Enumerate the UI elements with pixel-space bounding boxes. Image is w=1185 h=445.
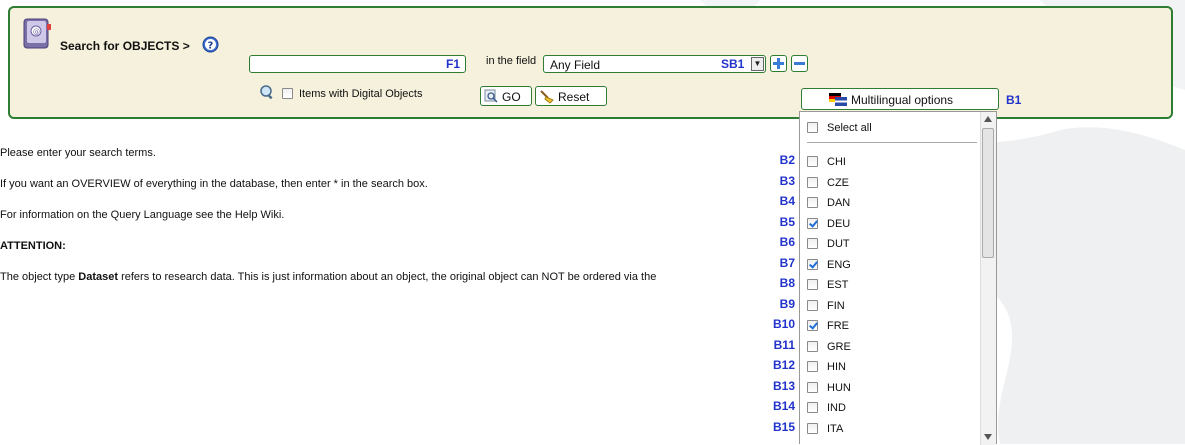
broom-icon bbox=[540, 90, 554, 104]
info-line-4-prefix: The object type bbox=[0, 271, 79, 283]
language-code: FIN bbox=[827, 299, 845, 312]
go-label: GO bbox=[502, 90, 521, 104]
digital-objects-label: Items with Digital Objects bbox=[299, 88, 423, 100]
info-line-3: For information on the Query Language se… bbox=[0, 209, 285, 221]
search-input-annotation: F1 bbox=[446, 57, 461, 71]
language-annotation: B2 bbox=[779, 153, 795, 167]
language-checkbox[interactable] bbox=[807, 299, 818, 311]
select-all-label: Select all bbox=[827, 122, 872, 134]
language-code: ITA bbox=[827, 422, 844, 435]
language-checkbox[interactable] bbox=[807, 402, 818, 413]
language-annotation: B9 bbox=[779, 296, 795, 311]
language-annotation: B7 bbox=[779, 255, 795, 270]
field-select-annotation: SB1 bbox=[721, 57, 745, 71]
language-code: DAN bbox=[827, 197, 851, 209]
language-code: ENG bbox=[827, 258, 851, 271]
language-annotation: B15 bbox=[772, 419, 795, 434]
language-checkbox[interactable] bbox=[807, 258, 818, 270]
multilingual-annotation: B1 bbox=[1006, 93, 1022, 107]
language-checkbox[interactable] bbox=[807, 361, 818, 372]
magnifier-icon bbox=[484, 89, 498, 103]
language-dropdown[interactable]: Select all CHI CZE DAN DEU DUT ENG EST FIN FRE GR… bbox=[799, 111, 997, 445]
language-code: DUT bbox=[827, 238, 850, 250]
language-annotation: B12 bbox=[772, 358, 795, 372]
language-annotation: B13 bbox=[772, 378, 795, 393]
language-code: DEU bbox=[827, 217, 851, 230]
search-input[interactable] bbox=[249, 55, 466, 73]
field-select-value: Any Field bbox=[550, 58, 601, 72]
scroll-up-icon[interactable] bbox=[984, 116, 992, 122]
remove-field-button[interactable] bbox=[791, 55, 808, 72]
attention-heading: ATTENTION: bbox=[0, 240, 66, 252]
reset-label: Reset bbox=[558, 90, 590, 104]
info-line-4: The object type Dataset refers to resear… bbox=[0, 271, 656, 283]
info-line-4-suffix: refers to research data. This is just in… bbox=[118, 271, 657, 283]
language-annotation: B6 bbox=[779, 235, 795, 249]
language-code: HUN bbox=[827, 381, 851, 394]
flags-icon bbox=[829, 93, 847, 106]
language-annotation: B11 bbox=[773, 337, 795, 352]
in-field-label: in the field bbox=[486, 55, 537, 67]
field-select[interactable]: Any Field SB1 ▼ bbox=[543, 55, 766, 73]
divider bbox=[807, 142, 977, 143]
language-code: HIN bbox=[827, 361, 846, 373]
language-checkbox[interactable] bbox=[807, 197, 818, 208]
page-title: Search for OBJECTS > bbox=[60, 39, 190, 53]
dropdown-scrollbar[interactable] bbox=[980, 112, 996, 445]
language-checkbox[interactable] bbox=[807, 156, 818, 167]
multilingual-options-label: Multilingual options bbox=[851, 93, 954, 107]
language-code: EST bbox=[827, 279, 849, 291]
reset-button[interactable]: Reset bbox=[535, 86, 607, 106]
scrollbar-thumb[interactable] bbox=[982, 128, 994, 258]
help-icon[interactable]: ? bbox=[202, 36, 219, 53]
language-checkbox[interactable] bbox=[807, 238, 818, 249]
info-line-2: If you want an OVERVIEW of everything in… bbox=[0, 178, 428, 190]
language-code: GRE bbox=[827, 340, 851, 353]
language-code: IND bbox=[827, 402, 846, 414]
search-magnifier-icon bbox=[260, 85, 273, 100]
language-annotation: B4 bbox=[779, 194, 795, 208]
language-annotation: B5 bbox=[779, 214, 795, 229]
language-annotation: B8 bbox=[779, 276, 795, 290]
info-line-1: Please enter your search terms. bbox=[0, 147, 156, 159]
language-code: FRE bbox=[827, 320, 849, 332]
language-annotation: B3 bbox=[779, 173, 795, 188]
language-annotation: B10 bbox=[772, 317, 795, 331]
svg-text:?: ? bbox=[208, 41, 214, 52]
language-checkbox[interactable] bbox=[807, 422, 818, 434]
language-checkbox[interactable] bbox=[807, 320, 818, 331]
minus-icon bbox=[794, 62, 805, 65]
plus-icon bbox=[773, 58, 784, 69]
multilingual-options-button[interactable]: Multilingual options bbox=[801, 88, 999, 110]
language-checkbox[interactable] bbox=[807, 217, 818, 229]
language-annotation: B14 bbox=[772, 399, 795, 413]
digital-objects-checkbox[interactable] bbox=[282, 88, 293, 99]
language-code: CHI bbox=[827, 156, 846, 168]
go-button[interactable]: GO bbox=[480, 86, 532, 106]
chevron-down-icon[interactable]: ▼ bbox=[751, 57, 764, 71]
scroll-down-icon[interactable] bbox=[984, 434, 992, 440]
language-checkbox[interactable] bbox=[807, 176, 818, 188]
language-code: CZE bbox=[827, 176, 849, 189]
select-all-checkbox[interactable] bbox=[807, 122, 818, 133]
language-checkbox[interactable] bbox=[807, 340, 818, 352]
add-field-button[interactable] bbox=[770, 55, 787, 72]
address-book-icon: @ bbox=[23, 18, 51, 49]
svg-text:@: @ bbox=[33, 28, 40, 36]
info-line-4-bold: Dataset bbox=[78, 271, 119, 283]
language-checkbox[interactable] bbox=[807, 279, 818, 290]
language-checkbox[interactable] bbox=[807, 381, 818, 393]
